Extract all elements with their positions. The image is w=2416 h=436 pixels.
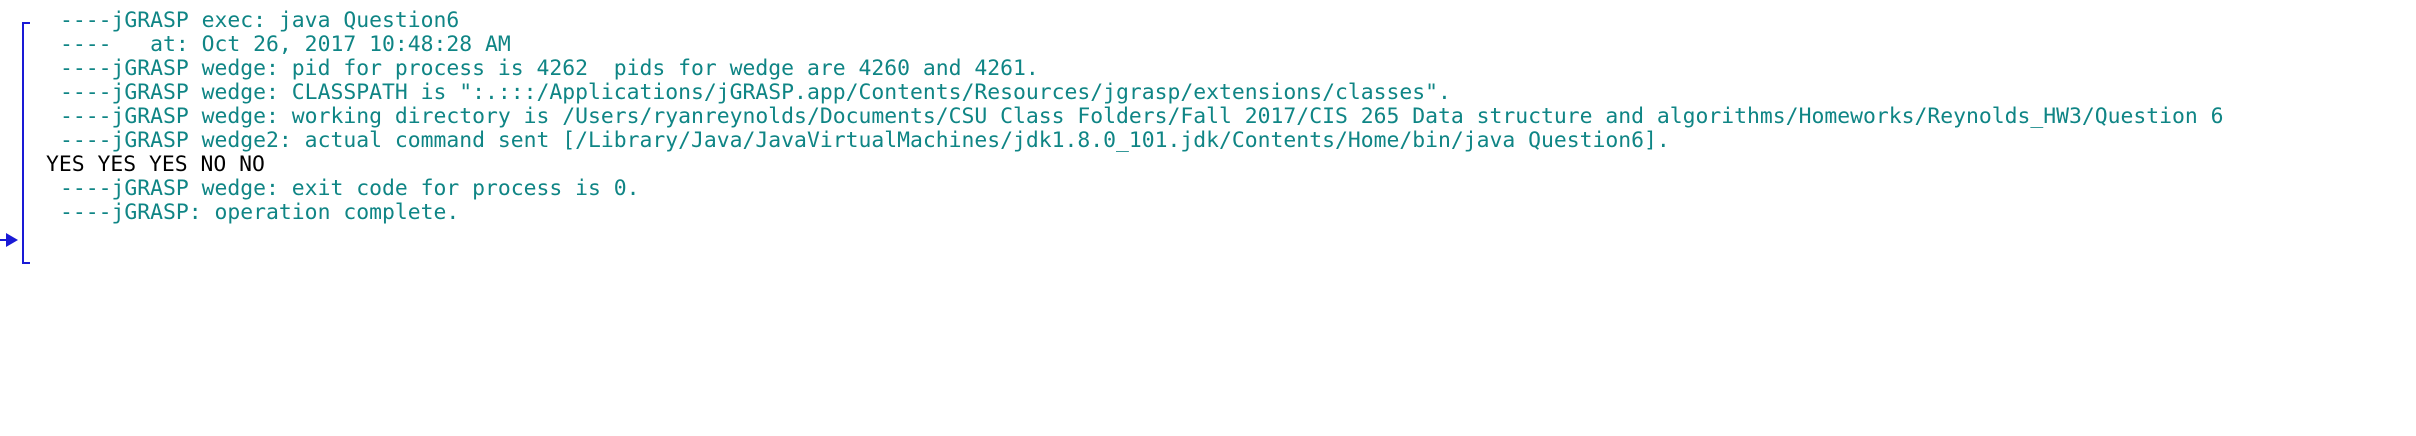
run-io-console[interactable]: ----jGRASP exec: java Question6 ---- at:…	[0, 0, 2416, 436]
console-line-command: ----jGRASP wedge2: actual command sent […	[60, 128, 1670, 153]
console-line-pid: ----jGRASP wedge: pid for process is 426…	[60, 56, 1039, 81]
console-line-working-directory: ----jGRASP wedge: working directory is /…	[60, 104, 2224, 129]
console-line-exec: ----jGRASP exec: java Question6	[60, 8, 460, 33]
console-line-program-output: YES YES YES NO NO	[46, 152, 265, 177]
console-line-classpath: ----jGRASP wedge: CLASSPATH is ":.:::/Ap…	[60, 80, 1451, 105]
console-output: ----jGRASP exec: java Question6 ---- at:…	[46, 9, 2224, 225]
play-arrow-icon	[0, 233, 18, 247]
console-line-exit-code: ----jGRASP wedge: exit code for process …	[60, 176, 640, 201]
run-output-bracket	[22, 22, 30, 264]
console-line-complete: ----jGRASP: operation complete.	[60, 200, 460, 225]
console-line-timestamp: ---- at: Oct 26, 2017 10:48:28 AM	[60, 32, 511, 57]
